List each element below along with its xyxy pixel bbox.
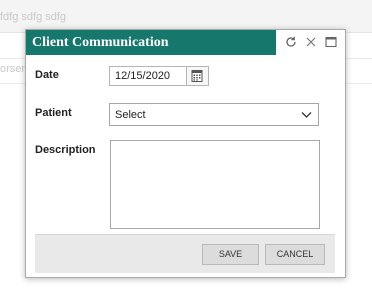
date-label: Date xyxy=(35,69,59,81)
window-controls xyxy=(276,30,345,55)
maximize-icon[interactable] xyxy=(324,35,338,49)
calendar-icon xyxy=(191,70,203,82)
calendar-button[interactable] xyxy=(187,66,209,86)
dialog-title: Client Communication xyxy=(32,35,169,50)
dialog-footer: SAVE CANCEL xyxy=(35,234,335,273)
background-row-text: fdfg sdfg sdfg xyxy=(0,11,67,23)
refresh-icon[interactable] xyxy=(284,35,298,49)
description-label: Description xyxy=(35,144,96,156)
date-input[interactable]: 12/15/2020 xyxy=(109,66,187,86)
close-icon[interactable] xyxy=(304,35,318,49)
client-communication-dialog: Client Communication Date 12/15/2020 Pat… xyxy=(25,29,346,278)
dialog-titlebar: Client Communication xyxy=(26,30,276,55)
patient-select[interactable]: Select xyxy=(109,103,319,126)
save-button[interactable]: SAVE xyxy=(202,244,259,265)
patient-select-value: Select xyxy=(115,109,146,121)
description-textarea[interactable] xyxy=(110,140,320,229)
background-row-text: orsen xyxy=(0,63,28,75)
cancel-button[interactable]: CANCEL xyxy=(265,244,325,265)
chevron-down-icon xyxy=(301,112,312,118)
patient-label: Patient xyxy=(35,107,72,119)
